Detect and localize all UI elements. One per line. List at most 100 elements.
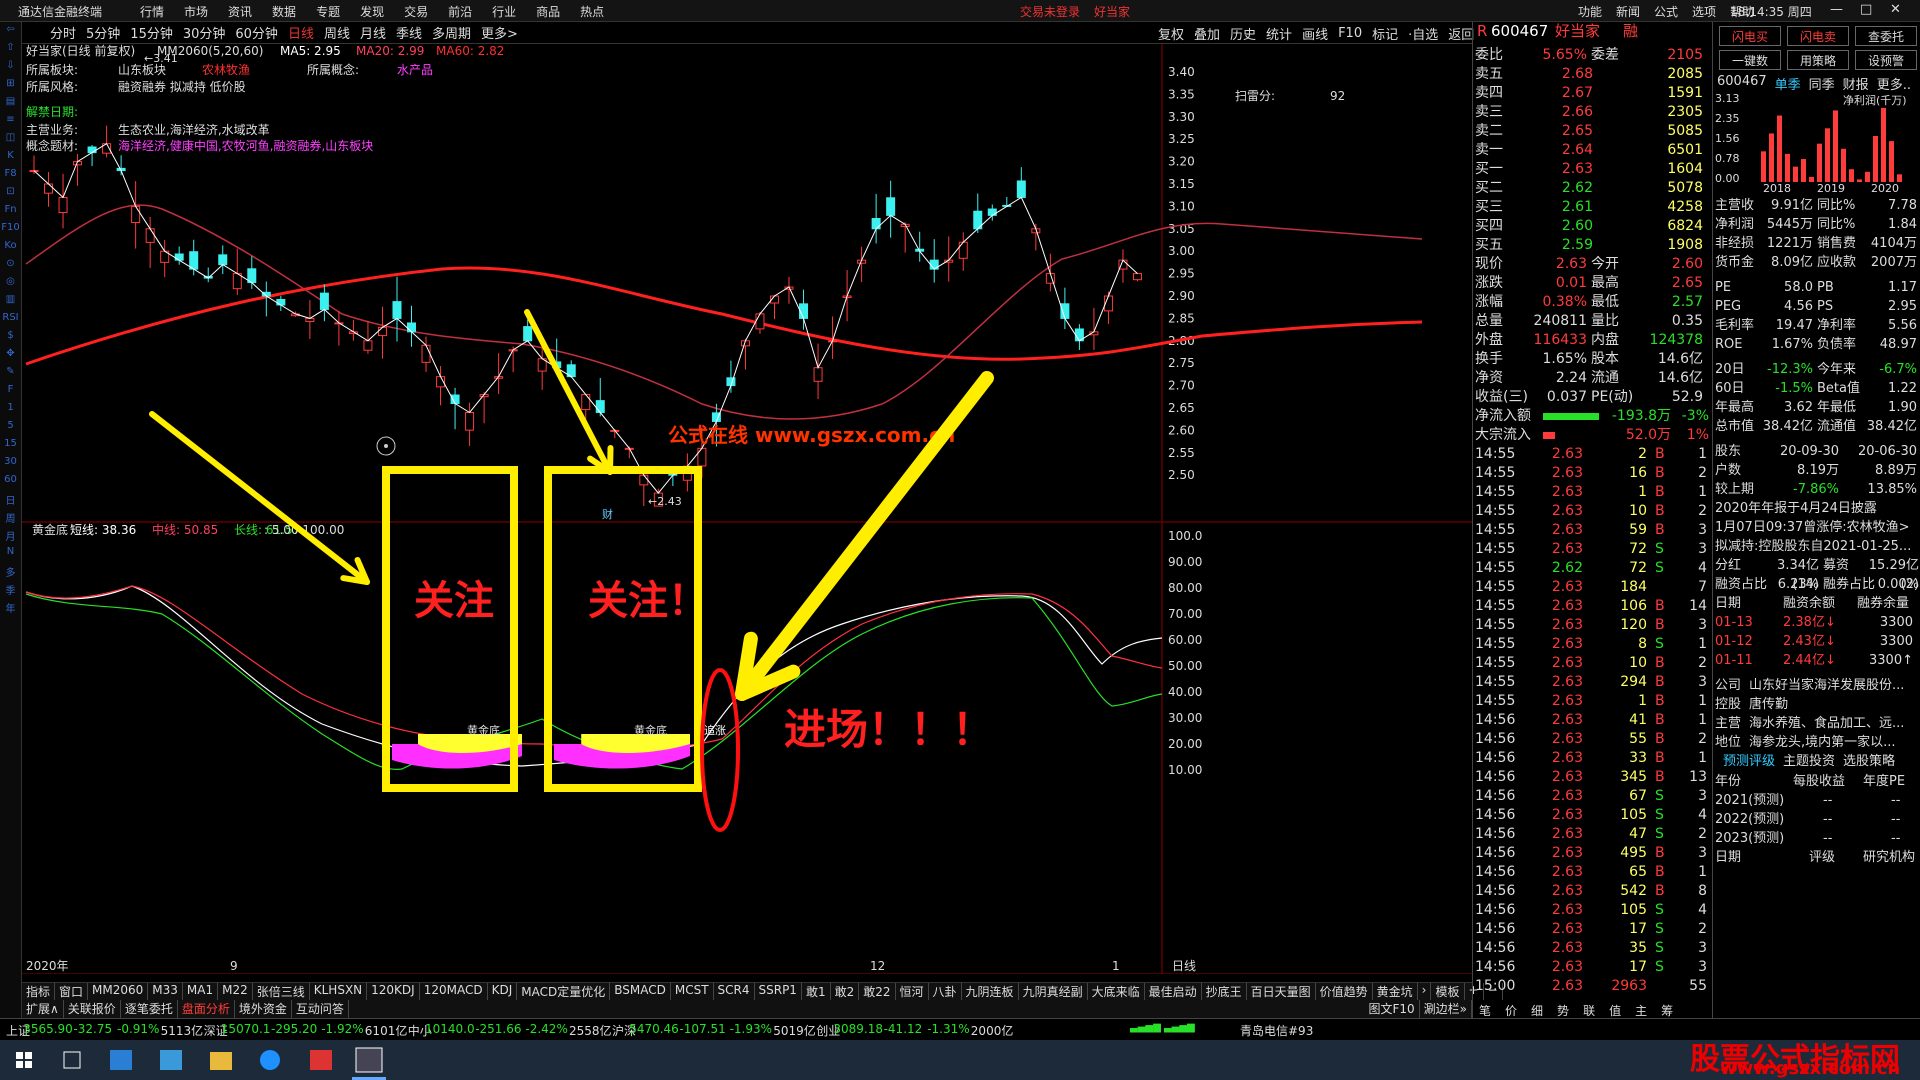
period-tab[interactable]: 60分钟 [235, 23, 278, 42]
indicator-tab[interactable]: 价值趋势 [1316, 983, 1373, 1000]
menu-item[interactable]: 资讯 [228, 3, 252, 20]
fin-link[interactable]: 选股策略 [1843, 752, 1895, 772]
left-tool-icon[interactable]: ⊙ [0, 258, 21, 274]
indicator-tab[interactable]: KDJ [488, 983, 518, 1000]
panel-tab[interactable]: 境外资金 [235, 1000, 292, 1018]
left-tool-icon[interactable]: ⇧ [0, 42, 21, 58]
indicator-tab[interactable]: 张倍三线 [253, 983, 310, 1000]
quote-tab[interactable]: 值 [1609, 1002, 1621, 1019]
left-tool-icon[interactable]: 1 [0, 402, 21, 418]
period-tab[interactable]: 5分钟 [86, 23, 120, 42]
period-tab[interactable]: 多周期 [432, 23, 471, 42]
period-tab[interactable]: 季线 [396, 23, 422, 42]
panel-tab[interactable]: 逐笔委托 [121, 1000, 178, 1018]
indicator-tab[interactable]: 模板 [1431, 983, 1465, 1000]
folder-icon[interactable] [210, 1052, 232, 1070]
kline-chart[interactable]: 好当家(日线 前复权) MM2060(5,20,60) MA5: 2.95 MA20:… [22, 43, 1472, 975]
tool-button[interactable]: 统计 [1266, 24, 1292, 43]
status-text[interactable]: 好当家 [1094, 3, 1130, 20]
left-tool-icon[interactable]: Fn [0, 204, 21, 220]
indicator-tab[interactable]: 120KDJ [367, 983, 420, 1000]
indicator-tab[interactable]: 敢22 [859, 983, 896, 1000]
trade-button[interactable]: 闪电买 [1719, 26, 1781, 46]
indicator-tab[interactable]: BSMACD [610, 983, 671, 1000]
left-tool-icon[interactable]: ⊞ [0, 78, 21, 94]
tool-button[interactable]: F10 [1338, 26, 1362, 41]
tool-button[interactable]: 复权 [1158, 24, 1184, 43]
left-tool-icon[interactable]: ✥ [0, 348, 21, 364]
left-tool-icon[interactable]: 日 [0, 492, 21, 508]
panel-tab[interactable]: 互动问答 [292, 1000, 349, 1018]
panel-tab[interactable]: 关联报价 [64, 1000, 121, 1018]
left-tool-icon[interactable]: 30 [0, 456, 21, 472]
left-tool-icon[interactable]: 周 [0, 510, 21, 526]
menu-item[interactable]: 热点 [580, 3, 604, 20]
windows-start-icon[interactable] [16, 1052, 32, 1068]
period-tab[interactable]: 分时 [50, 23, 76, 42]
left-tool-icon[interactable]: ✎ [0, 366, 21, 382]
period-tab[interactable]: 30分钟 [183, 23, 226, 42]
tool-button[interactable]: 标记 [1372, 24, 1398, 43]
indicator-tab[interactable]: 最佳启动 [1145, 983, 1202, 1000]
taskbar-app-icon[interactable] [110, 1050, 132, 1070]
indicator-tab[interactable]: M33 [148, 983, 183, 1000]
tool-button[interactable]: 画线 [1302, 24, 1328, 43]
menu-item[interactable]: 发现 [360, 3, 384, 20]
fin-tab[interactable]: 更多.. [1877, 74, 1911, 93]
indicator-tab[interactable]: KLHSXN [310, 983, 368, 1000]
left-tool-icon[interactable]: F10 [0, 222, 21, 238]
menu-item[interactable]: 商品 [536, 3, 560, 20]
browser-icon[interactable] [260, 1050, 280, 1070]
period-tab[interactable]: 更多> [481, 23, 518, 42]
close-button[interactable]: ✕ [1890, 2, 1901, 17]
period-tab[interactable]: 日线 [288, 23, 314, 42]
left-tool-icon[interactable]: 季 [0, 582, 21, 598]
taskbar-app-icon[interactable] [160, 1050, 182, 1070]
maximize-button[interactable]: □ [1860, 2, 1872, 17]
left-tool-icon[interactable]: ▥ [0, 294, 21, 310]
fin-tab[interactable]: 单季 [1775, 74, 1801, 93]
panel-tab[interactable]: 图文F10 [1364, 1000, 1420, 1018]
left-tool-icon[interactable]: 月 [0, 528, 21, 544]
tool-button[interactable]: ·自选 [1408, 24, 1438, 43]
task-view-icon[interactable] [63, 1051, 81, 1069]
panel-tab[interactable]: 盘面分析 [178, 1000, 235, 1018]
menu-item[interactable]: 选项 [1692, 3, 1716, 20]
indicator-tab[interactable]: 黄金坑 [1373, 983, 1418, 1000]
tool-button[interactable]: 返回 [1448, 24, 1474, 43]
status-text[interactable]: 交易未登录 [1020, 3, 1080, 20]
indicator-tab[interactable]: MCST [671, 983, 714, 1000]
left-tool-icon[interactable]: $ [0, 330, 21, 346]
trade-button[interactable]: 用策略 [1787, 50, 1849, 70]
left-tool-icon[interactable]: ◎ [0, 276, 21, 292]
trade-button[interactable]: 设预警 [1855, 50, 1917, 70]
indicator-tab[interactable]: MM2060 [88, 983, 149, 1000]
indicator-tab[interactable]: 大底来临 [1088, 983, 1145, 1000]
indicator-tab[interactable]: 抄底王 [1202, 983, 1247, 1000]
menu-item[interactable]: 行业 [492, 3, 516, 20]
menu-item[interactable]: 新闻 [1616, 3, 1640, 20]
period-tab[interactable]: 周线 [324, 23, 350, 42]
menu-item[interactable]: 市场 [184, 3, 208, 20]
left-tool-icon[interactable]: ▤ [0, 96, 21, 112]
quote-tab[interactable]: 筹 [1661, 1002, 1673, 1019]
menu-item[interactable]: 公式 [1654, 3, 1678, 20]
indicator-tab[interactable]: 敢1 [802, 983, 831, 1000]
indicator-tab[interactable]: 九阴真经副 [1019, 983, 1088, 1000]
indicator-tab[interactable]: 百日天量图 [1247, 983, 1316, 1000]
menu-item[interactable]: 交易 [404, 3, 428, 20]
left-tool-icon[interactable]: 60 [0, 474, 21, 490]
left-tool-icon[interactable]: F [0, 384, 21, 400]
tool-button[interactable]: 历史 [1230, 24, 1256, 43]
left-tool-icon[interactable]: 多 [0, 564, 21, 580]
indicator-tab[interactable]: › [1418, 983, 1432, 1000]
left-tool-icon[interactable]: ⇩ [0, 60, 21, 76]
period-tab[interactable]: 15分钟 [130, 23, 173, 42]
indicator-tab[interactable]: M22 [218, 983, 253, 1000]
indicator-tab[interactable]: 敢2 [831, 983, 860, 1000]
fin-link[interactable]: 主题投资 [1783, 752, 1835, 772]
fin-link[interactable]: 预测评级 [1723, 752, 1775, 772]
indicator-tab[interactable]: 120MACD [420, 983, 488, 1000]
indicator-tab[interactable]: 八卦 [929, 983, 962, 1000]
left-tool-icon[interactable]: F8 [0, 168, 21, 184]
